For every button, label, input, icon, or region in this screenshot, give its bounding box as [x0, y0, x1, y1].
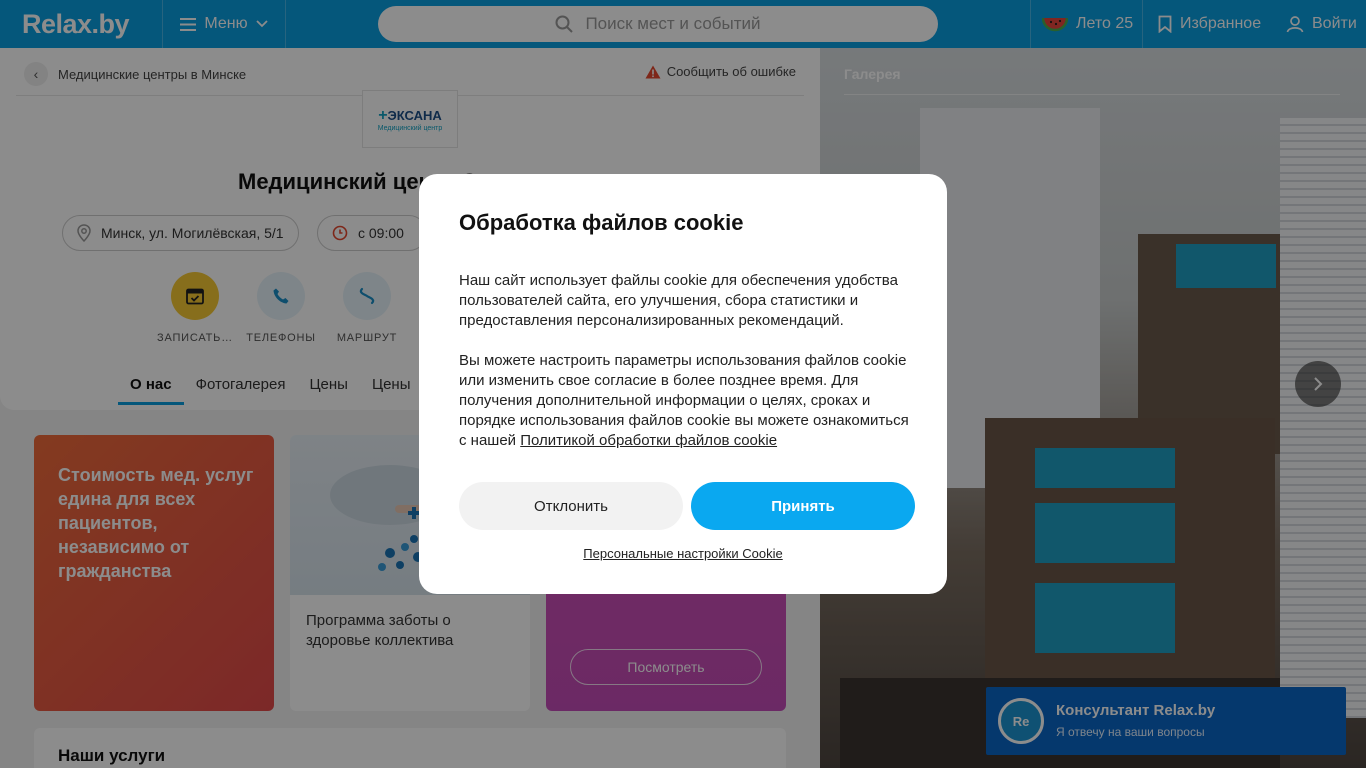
cookie-policy-link[interactable]: Политикой обработки файлов cookie [520, 432, 777, 449]
cookie-settings-link[interactable]: Персональные настройки Cookie [419, 546, 947, 561]
cookie-dialog: Обработка файлов cookie Наш сайт использ… [419, 174, 947, 594]
cookie-dialog-title: Обработка файлов cookie [459, 210, 744, 235]
cookie-paragraph-2: Вы можете настроить параметры использова… [459, 351, 919, 451]
decline-button[interactable]: Отклонить [459, 482, 683, 530]
accept-button[interactable]: Принять [691, 482, 915, 530]
cookie-paragraph-1: Наш сайт использует файлы cookie для обе… [459, 272, 898, 329]
